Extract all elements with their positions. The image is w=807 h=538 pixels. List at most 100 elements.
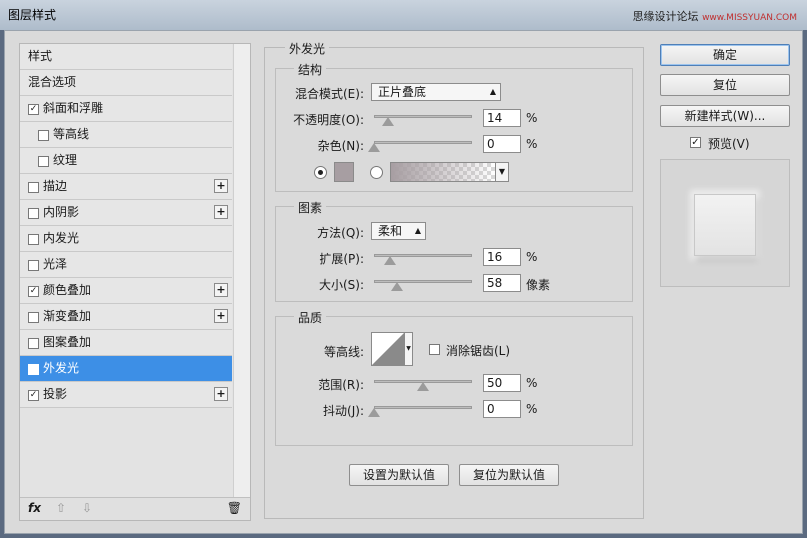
style-item-label: 内阴影 xyxy=(43,205,80,219)
technique-value: 柔和 xyxy=(378,224,403,238)
structure-group: 结构 混合模式(E): 正片叠底 ▲ 不透明度(O): 14 % 杂色(N): … xyxy=(275,61,633,192)
title-bar: 图层样式 思缘设计论坛 www.MISSYUAN.COM xyxy=(0,0,807,30)
styles-list: 样式 混合选项 ✓ 斜面和浮雕 等高线 纹理 描边 + 内阴影 + 内发光 光泽… xyxy=(20,44,232,408)
glow-color-swatch[interactable] xyxy=(334,162,354,182)
style-item-label: 内发光 xyxy=(43,231,80,245)
style-item-label: 纹理 xyxy=(53,153,78,167)
stroke-checkbox[interactable] xyxy=(28,182,39,193)
pattern-overlay-checkbox[interactable] xyxy=(28,338,39,349)
jitter-input[interactable]: 0 xyxy=(483,400,521,418)
outer-glow-checkbox[interactable]: ✓ xyxy=(28,364,39,375)
glow-gradient-picker[interactable] xyxy=(390,162,496,182)
contour-dropdown-icon[interactable]: ▼ xyxy=(404,332,413,366)
spread-unit: % xyxy=(526,250,538,264)
blend-options-label: 混合选项 xyxy=(28,75,77,89)
texture-checkbox[interactable] xyxy=(38,156,49,167)
spread-slider-thumb[interactable] xyxy=(383,256,396,265)
style-item-bevel-emboss[interactable]: ✓ 斜面和浮雕 xyxy=(20,96,232,122)
noise-slider[interactable] xyxy=(374,141,472,144)
drop-shadow-checkbox[interactable]: ✓ xyxy=(28,390,39,401)
outer-glow-group: 外发光 结构 混合模式(E): 正片叠底 ▲ 不透明度(O): 14 % 杂色(… xyxy=(264,40,644,519)
spread-label: 扩展(P): xyxy=(319,252,364,266)
contour-label: 等高线: xyxy=(323,345,364,359)
style-item-texture[interactable]: 纹理 xyxy=(20,148,232,174)
fx-icon[interactable]: fx xyxy=(28,501,41,515)
style-item-label: 图案叠加 xyxy=(43,335,92,349)
size-slider[interactable] xyxy=(374,280,472,283)
noise-input[interactable]: 0 xyxy=(483,135,521,153)
outer-glow-title: 外发光 xyxy=(285,40,330,57)
style-preview xyxy=(660,159,790,287)
layer-style-dialog: 样式 混合选项 ✓ 斜面和浮雕 等高线 纹理 描边 + 内阴影 + 内发光 光泽… xyxy=(4,30,803,534)
ok-button[interactable]: 确定 xyxy=(660,44,790,66)
style-item-label: 渐变叠加 xyxy=(43,309,92,323)
style-item-label: 斜面和浮雕 xyxy=(43,101,104,115)
opacity-label: 不透明度(O): xyxy=(293,113,364,127)
make-default-button[interactable]: 设置为默认值 xyxy=(349,464,449,486)
noise-unit: % xyxy=(526,137,538,151)
range-unit: % xyxy=(526,376,538,390)
gradient-radio[interactable] xyxy=(370,166,383,179)
add-color-overlay-button[interactable]: + xyxy=(214,283,228,297)
preview-checkbox[interactable]: ✓ xyxy=(690,137,701,148)
contour-linear-icon xyxy=(372,333,404,365)
noise-label: 杂色(N): xyxy=(317,139,364,153)
add-gradient-overlay-button[interactable]: + xyxy=(214,309,228,323)
style-item-contour[interactable]: 等高线 xyxy=(20,122,232,148)
size-slider-thumb[interactable] xyxy=(390,282,403,291)
jitter-slider-thumb[interactable] xyxy=(368,408,380,417)
style-item-stroke[interactable]: 描边 + xyxy=(20,174,232,200)
gradient-dropdown-icon[interactable]: ▼ xyxy=(495,162,509,182)
window-title: 图层样式 xyxy=(8,8,57,22)
inner-glow-checkbox[interactable] xyxy=(28,234,39,245)
select-arrows-icon: ▲ xyxy=(489,87,496,96)
style-item-inner-shadow[interactable]: 内阴影 + xyxy=(20,200,232,226)
style-item-gradient-overlay[interactable]: 渐变叠加 + xyxy=(20,304,232,330)
style-item-label: 投影 xyxy=(43,387,68,401)
satin-checkbox[interactable] xyxy=(28,260,39,271)
style-item-pattern-overlay[interactable]: 图案叠加 xyxy=(20,330,232,356)
contour-checkbox[interactable] xyxy=(38,130,49,141)
styles-scrollbar[interactable] xyxy=(233,44,250,498)
color-overlay-checkbox[interactable]: ✓ xyxy=(28,286,39,297)
bevel-emboss-checkbox[interactable]: ✓ xyxy=(28,104,39,115)
style-item-label: 等高线 xyxy=(53,127,90,141)
style-item-inner-glow[interactable]: 内发光 xyxy=(20,226,232,252)
contour-picker[interactable] xyxy=(371,332,405,366)
add-inner-shadow-button[interactable]: + xyxy=(214,205,228,219)
antialias-checkbox[interactable] xyxy=(429,344,440,355)
add-drop-shadow-button[interactable]: + xyxy=(214,387,228,401)
solid-color-radio[interactable] xyxy=(314,166,327,179)
style-item-satin[interactable]: 光泽 xyxy=(20,252,232,278)
opacity-slider-thumb[interactable] xyxy=(381,117,394,126)
technique-select[interactable]: 柔和 ▲ xyxy=(371,222,426,240)
move-up-icon[interactable]: ⇧ xyxy=(56,501,66,515)
styles-header[interactable]: 样式 xyxy=(20,44,232,70)
quality-title: 品质 xyxy=(294,309,327,326)
blend-mode-select[interactable]: 正片叠底 ▲ xyxy=(371,83,501,101)
new-style-button[interactable]: 新建样式(W)... xyxy=(660,105,790,127)
gradient-overlay-checkbox[interactable] xyxy=(28,312,39,323)
watermark-site: www.MISSYUAN.COM xyxy=(702,13,797,23)
blend-options-item[interactable]: 混合选项 xyxy=(20,70,232,96)
spread-input[interactable]: 16 xyxy=(483,248,521,266)
range-input[interactable]: 50 xyxy=(483,374,521,392)
jitter-label: 抖动(J): xyxy=(323,404,364,418)
style-item-outer-glow[interactable]: ✓ 外发光 xyxy=(20,356,232,382)
noise-slider-thumb[interactable] xyxy=(368,143,380,152)
style-item-label: 外发光 xyxy=(43,361,80,375)
move-down-icon[interactable]: ⇩ xyxy=(82,501,92,515)
style-item-color-overlay[interactable]: ✓ 颜色叠加 + xyxy=(20,278,232,304)
style-item-label: 光泽 xyxy=(43,257,68,271)
blend-mode-value: 正片叠底 xyxy=(378,85,427,99)
inner-shadow-checkbox[interactable] xyxy=(28,208,39,219)
trash-icon[interactable]: 🗑 xyxy=(227,501,242,515)
size-input[interactable]: 58 xyxy=(483,274,521,292)
reset-button[interactable]: 复位 xyxy=(660,74,790,96)
style-item-drop-shadow[interactable]: ✓ 投影 + xyxy=(20,382,232,408)
opacity-input[interactable]: 14 xyxy=(483,109,521,127)
add-stroke-button[interactable]: + xyxy=(214,179,228,193)
jitter-slider[interactable] xyxy=(374,406,472,409)
range-slider-thumb[interactable] xyxy=(417,382,429,391)
reset-default-button[interactable]: 复位为默认值 xyxy=(459,464,559,486)
